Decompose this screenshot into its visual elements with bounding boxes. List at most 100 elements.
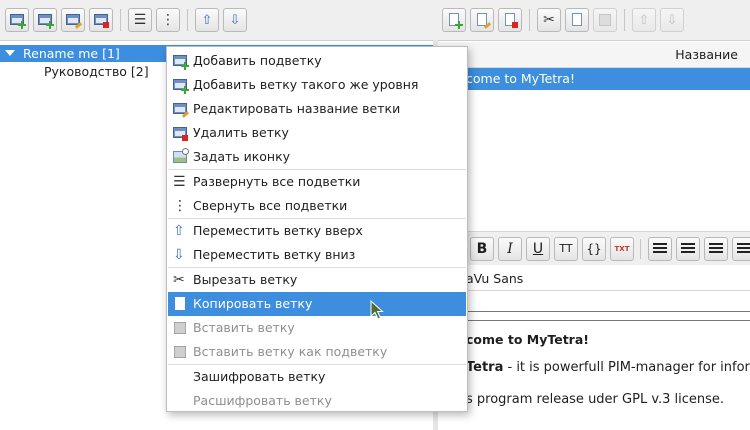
edit-branch-button[interactable]	[61, 8, 85, 32]
arrow-up-icon: ⇧	[201, 12, 213, 28]
edit-branch-name-icon	[173, 102, 190, 118]
menu-item-label: Переместить ветку вниз	[193, 247, 356, 262]
tree-item-label: Rename me [1]	[23, 46, 120, 61]
add-sibling-branch-button[interactable]	[33, 8, 57, 32]
menu-item-label: Развернуть все подветки	[193, 174, 361, 189]
add-sibling-branch-icon	[173, 78, 189, 94]
arrow-down-icon: ⇩	[229, 12, 241, 28]
bold-button[interactable]: B	[470, 237, 494, 261]
clear-format-button[interactable]: TXT	[610, 237, 634, 261]
align-center-button[interactable]	[676, 237, 700, 261]
add-subbranch-icon	[173, 54, 189, 70]
menu-item-label: Вырезать ветку	[193, 272, 298, 287]
add-note-button[interactable]	[442, 8, 466, 32]
collapse-all-icon: ⋮	[161, 12, 175, 28]
align-right-button[interactable]	[704, 237, 728, 261]
paste-note-button[interactable]	[593, 8, 617, 32]
toolbar-separator	[529, 9, 530, 31]
collapse-arrow-icon[interactable]	[5, 50, 15, 56]
expand-all-button[interactable]: ☰	[128, 8, 152, 32]
menu-item-copy-branch[interactable]: Копировать ветку	[168, 292, 466, 316]
monospace-button[interactable]: TT	[554, 237, 578, 261]
add-subbranch-icon	[10, 13, 26, 29]
menu-item-move-up[interactable]: ⇧ Переместить ветку вверх	[168, 219, 466, 243]
italic-button[interactable]: I	[498, 237, 522, 261]
toolbar-separator	[624, 9, 625, 31]
menu-item-label: Копировать ветку	[193, 296, 313, 311]
menu-item-expand-all[interactable]: ☰ Развернуть все подветки	[168, 170, 466, 194]
arrow-down-icon: ⇩	[666, 12, 678, 28]
delete-branch-button[interactable]	[89, 8, 113, 32]
editor-paragraph: s program release uder GPL v.3 license.	[466, 392, 725, 407]
copy-icon	[173, 297, 187, 311]
editor-bold-text: Tetra	[466, 360, 504, 375]
menu-item-edit-branch-name[interactable]: Редактировать название ветки	[168, 97, 466, 121]
edit-note-button[interactable]	[470, 8, 494, 32]
arrow-up-icon: ⇧	[173, 223, 185, 239]
notes-pane: Название come to MyTetra! B I U TT {} TX…	[438, 40, 750, 430]
editor-heading: come to MyTetra!	[466, 332, 589, 347]
add-sibling-branch-icon	[38, 13, 54, 29]
edit-branch-icon	[66, 13, 83, 29]
menu-item-move-down[interactable]: ⇩ Переместить ветку вниз	[168, 243, 466, 267]
delete-note-button[interactable]	[498, 8, 522, 32]
align-right-icon	[709, 243, 723, 255]
edit-note-icon	[475, 13, 492, 29]
copy-icon	[570, 13, 584, 27]
menu-item-add-sibling-branch[interactable]: Добавить ветку такого же уровня	[168, 73, 466, 97]
mouse-cursor-icon	[370, 300, 384, 320]
menu-item-encrypt-branch[interactable]: Зашифровать ветку	[168, 365, 466, 389]
menu-item-collapse-all[interactable]: ⋮ Свернуть все подветки	[168, 194, 466, 218]
arrow-up-icon: ⇧	[638, 12, 650, 28]
add-subbranch-button[interactable]	[5, 8, 29, 32]
toolbar-separator	[120, 9, 121, 31]
menu-item-set-icon[interactable]: Задать иконку	[168, 145, 466, 169]
tree-item-child[interactable]: Руководство [2]	[44, 63, 149, 80]
menu-item-label: Редактировать название ветки	[193, 101, 401, 116]
menu-item-decrypt-branch[interactable]: Расшифровать ветку	[168, 389, 466, 413]
delete-branch-icon	[173, 126, 188, 141]
underline-button[interactable]: U	[526, 237, 550, 261]
paste-icon	[173, 321, 187, 335]
menu-item-label: Удалить ветку	[193, 125, 289, 140]
menu-item-label: Добавить ветку такого же уровня	[193, 77, 419, 92]
set-icon-icon	[173, 148, 189, 164]
code-button[interactable]: {}	[582, 237, 606, 261]
move-down-button[interactable]: ⇩	[223, 8, 247, 32]
editor-divider	[438, 311, 750, 321]
align-left-icon	[653, 243, 667, 255]
column-header-name[interactable]: Название	[675, 47, 738, 62]
menu-item-paste-as-subbranch[interactable]: Вставить ветку как подветку	[168, 340, 466, 364]
menu-item-cut-branch[interactable]: ✂ Вырезать ветку	[168, 268, 466, 292]
menu-item-paste-branch[interactable]: Вставить ветку	[168, 316, 466, 340]
copy-note-button[interactable]	[565, 8, 589, 32]
tree-toolbar: ☰ ⋮ ⇧ ⇩	[0, 0, 435, 40]
menu-item-label: Вставить ветку как подветку	[193, 344, 388, 359]
menu-item-delete-branch[interactable]: Удалить ветку	[168, 121, 466, 145]
menu-item-add-subbranch[interactable]: Добавить подветку	[168, 49, 466, 73]
font-select[interactable]: aVu Sans	[438, 267, 750, 291]
menu-item-label: Вставить ветку	[193, 320, 295, 335]
tree-item-root[interactable]: Rename me [1]	[5, 45, 120, 62]
align-left-button[interactable]	[648, 237, 672, 261]
text-editor[interactable]: come to MyTetra! Tetra - it is powerfull…	[438, 322, 750, 430]
toolbar-separator	[187, 9, 188, 31]
collapse-all-button[interactable]: ⋮	[156, 8, 180, 32]
editor-text: - it is powerfull PIM-manager for infor	[503, 360, 750, 375]
cut-icon: ✂	[173, 272, 185, 288]
cut-icon: ✂	[543, 12, 555, 28]
notes-table-row[interactable]: come to MyTetra!	[438, 68, 750, 90]
notes-toolbar: ✂ ⇧ ⇩	[438, 0, 750, 40]
move-note-down-button[interactable]: ⇩	[660, 8, 684, 32]
arrow-down-icon: ⇩	[173, 247, 185, 263]
menu-item-label: Добавить подветку	[193, 53, 322, 68]
expand-all-icon: ☰	[173, 174, 186, 190]
paste-as-subbranch-icon	[173, 345, 187, 359]
move-up-button[interactable]: ⇧	[195, 8, 219, 32]
move-note-up-button[interactable]: ⇧	[632, 8, 656, 32]
cut-note-button[interactable]: ✂	[537, 8, 561, 32]
menu-item-label: Задать иконку	[193, 149, 291, 164]
align-justify-button[interactable]	[732, 237, 750, 261]
delete-note-icon	[503, 13, 518, 28]
menu-item-label: Переместить ветку вверх	[193, 223, 363, 238]
